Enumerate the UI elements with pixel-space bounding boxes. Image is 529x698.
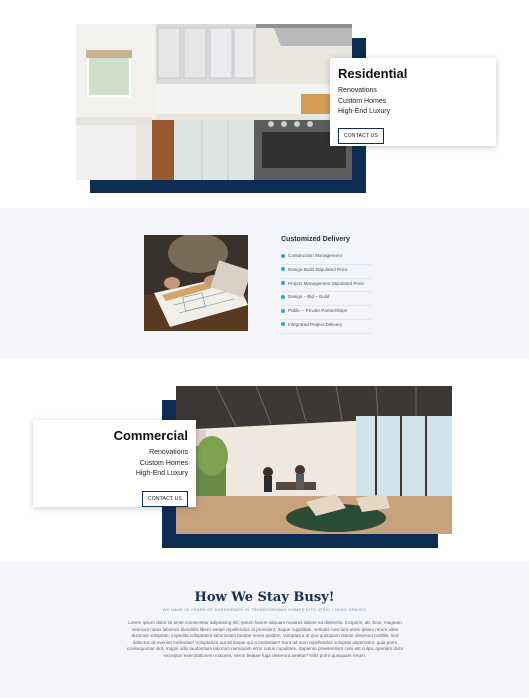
delivery-list-item: Construction Management	[281, 251, 371, 265]
busy-title: How We Stay Busy!	[194, 590, 335, 605]
commercial-contact-button[interactable]: CONTACT US	[141, 490, 188, 507]
residential-section: Residential Renovations Custom Homes Hig…	[0, 0, 529, 208]
residential-card: Residential Renovations Custom Homes Hig…	[330, 58, 496, 146]
check-circle-icon	[281, 267, 285, 272]
commercial-line-luxury: High-End Luxury	[135, 470, 188, 477]
delivery-list-item: Public – Private Partnerships	[281, 306, 371, 320]
commercial-section: Commercial Renovations Custom Homes High…	[0, 358, 529, 562]
page: Residential Renovations Custom Homes Hig…	[0, 0, 529, 698]
delivery-list: Construction Management Design-Build Sti…	[281, 251, 371, 334]
office-photo	[176, 386, 452, 534]
check-circle-icon	[281, 322, 285, 327]
commercial-line-renovations: Renovations	[149, 449, 188, 456]
delivery-list-item: Design-Build Stipulated Price	[281, 265, 371, 279]
residential-line-custom-homes: Custom Homes	[338, 97, 387, 105]
residential-title: Residential	[338, 66, 408, 81]
check-circle-icon	[281, 281, 285, 286]
check-circle-icon	[281, 308, 285, 313]
commercial-card: Commercial Renovations Custom Homes High…	[33, 420, 196, 507]
commercial-title: Commercial	[113, 428, 188, 443]
residential-line-renovations: Renovations	[338, 87, 377, 94]
residential-contact-button[interactable]: CONTACT US	[338, 127, 385, 144]
busy-paragraph: Lorem ipsum dolor sit amet consectetur a…	[126, 620, 404, 658]
delivery-section: Customized Delivery Construction Managem…	[0, 208, 529, 358]
delivery-list-item: Project Management Stipulated Price	[281, 279, 371, 293]
delivery-heading: Customized Delivery	[281, 236, 350, 243]
busy-section: How We Stay Busy! WE HAVE 25 YEARS OF EX…	[0, 562, 529, 698]
busy-subtitle: WE HAVE 25 YEARS OF EXPERIENCE IN TRANSF…	[162, 607, 367, 612]
delivery-list-item: Integrated Project Delivery	[281, 320, 371, 334]
residential-line-luxury: High-End Luxury	[338, 108, 391, 115]
kitchen-photo	[76, 24, 352, 180]
check-circle-icon	[281, 294, 285, 299]
blueprint-photo	[144, 235, 248, 331]
delivery-list-item: Design – Bid – Build	[281, 292, 371, 307]
check-circle-icon	[281, 253, 285, 258]
commercial-line-custom-homes: Custom Homes	[139, 459, 188, 467]
